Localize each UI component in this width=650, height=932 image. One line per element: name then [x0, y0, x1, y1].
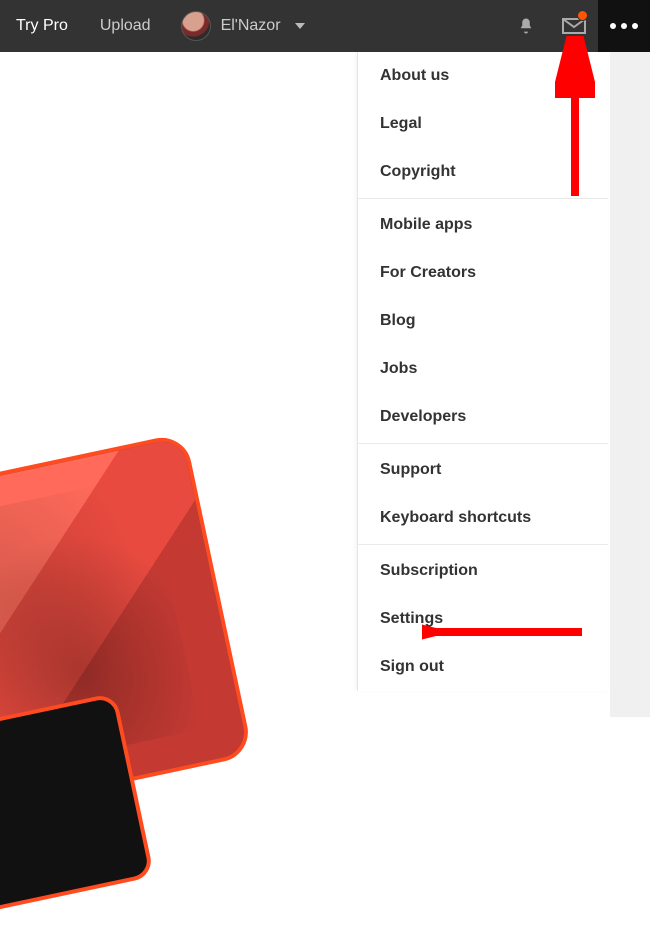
- menu-item-label: Developers: [380, 408, 466, 425]
- bell-icon: [517, 17, 535, 35]
- menu-item-label: Subscription: [380, 562, 478, 579]
- menu-divider: [358, 544, 608, 545]
- top-nav: Try Pro Upload El'Nazor: [0, 0, 650, 52]
- menu-item-label: Keyboard shortcuts: [380, 509, 531, 526]
- username-label: El'Nazor: [221, 17, 281, 35]
- menu-item-settings[interactable]: Settings: [358, 595, 608, 643]
- menu-item-jobs[interactable]: Jobs: [358, 345, 608, 393]
- menu-item-label: Sign out: [380, 658, 444, 675]
- upload-label: Upload: [100, 17, 151, 35]
- promo-artwork: [0, 357, 340, 867]
- menu-item-label: About us: [380, 67, 449, 84]
- menu-item-blog[interactable]: Blog: [358, 297, 608, 345]
- menu-item-label: For Creators: [380, 264, 476, 281]
- right-gutter: [610, 52, 650, 717]
- chevron-down-icon: [295, 23, 305, 29]
- menu-item-support[interactable]: Support: [358, 446, 608, 494]
- menu-item-label: Copyright: [380, 163, 456, 180]
- menu-item-label: Blog: [380, 312, 416, 329]
- try-pro-link[interactable]: Try Pro: [0, 0, 84, 52]
- menu-item-for-creators[interactable]: For Creators: [358, 249, 608, 297]
- menu-item-label: Settings: [380, 610, 443, 627]
- menu-item-sign-out[interactable]: Sign out: [358, 643, 608, 691]
- try-pro-label: Try Pro: [16, 17, 68, 35]
- menu-item-keyboard-shortcuts[interactable]: Keyboard shortcuts: [358, 494, 608, 542]
- menu-item-label: Mobile apps: [380, 216, 472, 233]
- menu-item-subscription[interactable]: Subscription: [358, 547, 608, 595]
- menu-item-about-us[interactable]: About us: [358, 52, 608, 100]
- menu-item-developers[interactable]: Developers: [358, 393, 608, 441]
- menu-item-copyright[interactable]: Copyright: [358, 148, 608, 196]
- avatar: [181, 11, 211, 41]
- menu-divider: [358, 198, 608, 199]
- upload-link[interactable]: Upload: [84, 0, 167, 52]
- menu-item-mobile-apps[interactable]: Mobile apps: [358, 201, 608, 249]
- more-dropdown: About us Legal Copyright Mobile apps For Cre…: [357, 52, 608, 691]
- menu-divider: [358, 443, 608, 444]
- messages-button[interactable]: [550, 0, 598, 52]
- menu-item-label: Legal: [380, 115, 422, 132]
- menu-item-legal[interactable]: Legal: [358, 100, 608, 148]
- user-menu[interactable]: El'Nazor: [167, 0, 319, 52]
- menu-item-label: Jobs: [380, 360, 417, 377]
- more-menu-button[interactable]: [598, 0, 650, 52]
- notification-dot-icon: [577, 10, 588, 21]
- more-icon: [610, 23, 638, 29]
- menu-item-label: Support: [380, 461, 441, 478]
- notifications-button[interactable]: [502, 0, 550, 52]
